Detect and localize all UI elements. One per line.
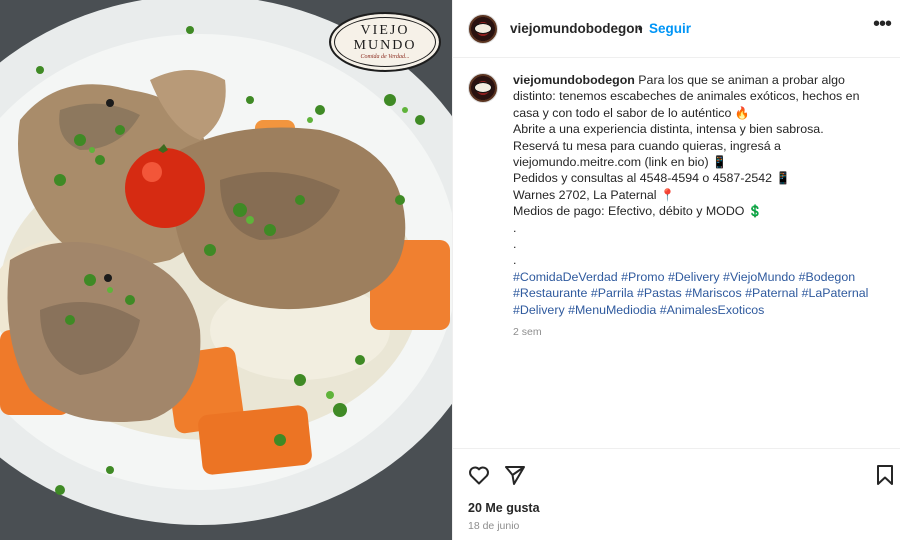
save-bookmark-icon[interactable] [873,463,897,487]
relative-time: 2 sem [513,326,542,338]
likes-count[interactable]: 20 Me gusta [468,501,540,515]
profile-avatar[interactable] [468,14,498,44]
food-photo-illustration [0,0,452,540]
separator-dot: • [638,21,643,36]
like-heart-icon[interactable] [467,463,491,487]
post-details-panel: viejomundobodegon • Seguir ••• viejomund… [452,0,900,540]
dollar-emoji-icon: 💲 [747,204,763,219]
phone-emoji-icon: 📱 [775,171,791,186]
logo-line-1: VIEJO [360,23,410,38]
follow-button[interactable]: Seguir [649,21,691,36]
caption-username[interactable]: viejomundobodegon [513,73,635,87]
caption-dot-3: . [513,253,517,268]
phone-emoji-icon: 📱 [712,155,727,170]
caption-avatar[interactable] [468,73,498,103]
restaurant-logo: VIEJO MUNDO Comida de Verdad... [329,12,441,72]
post-date: 18 de junio [468,520,520,532]
caption-dot-2: . [513,237,517,252]
caption-line-5: Warnes 2702, La Paternal [513,187,657,202]
caption-hashtags[interactable]: #ComidaDeVerdad #Promo #Delivery #ViejoM… [513,269,883,318]
post-actions: 20 Me gusta 18 de junio [453,448,900,540]
fire-emoji-icon: 🔥 [734,105,750,120]
post-caption: viejomundobodegon Para los que se animan… [513,72,883,318]
logo-tagline: Comida de Verdad... [360,54,410,60]
more-options-icon[interactable]: ••• [873,14,892,34]
caption-line-2: Abrite a una experiencia distinta, inten… [513,122,824,137]
pin-emoji-icon: 📍 [659,187,675,202]
share-send-icon[interactable] [503,463,527,487]
caption-dot-1: . [513,220,517,235]
caption-line-4: Pedidos y consultas al 4548-4594 o 4587-… [513,171,773,186]
post-header: viejomundobodegon • Seguir ••• [453,0,900,58]
caption-line-6: Medios de pago: Efectivo, débito y MODO [513,204,745,219]
header-username[interactable]: viejomundobodegon [510,21,643,36]
logo-line-2: MUNDO [353,38,417,53]
post-photo[interactable]: VIEJO MUNDO Comida de Verdad... [0,0,452,540]
caption-line-3: Reservá tu mesa para cuando quieras, ing… [513,138,781,170]
